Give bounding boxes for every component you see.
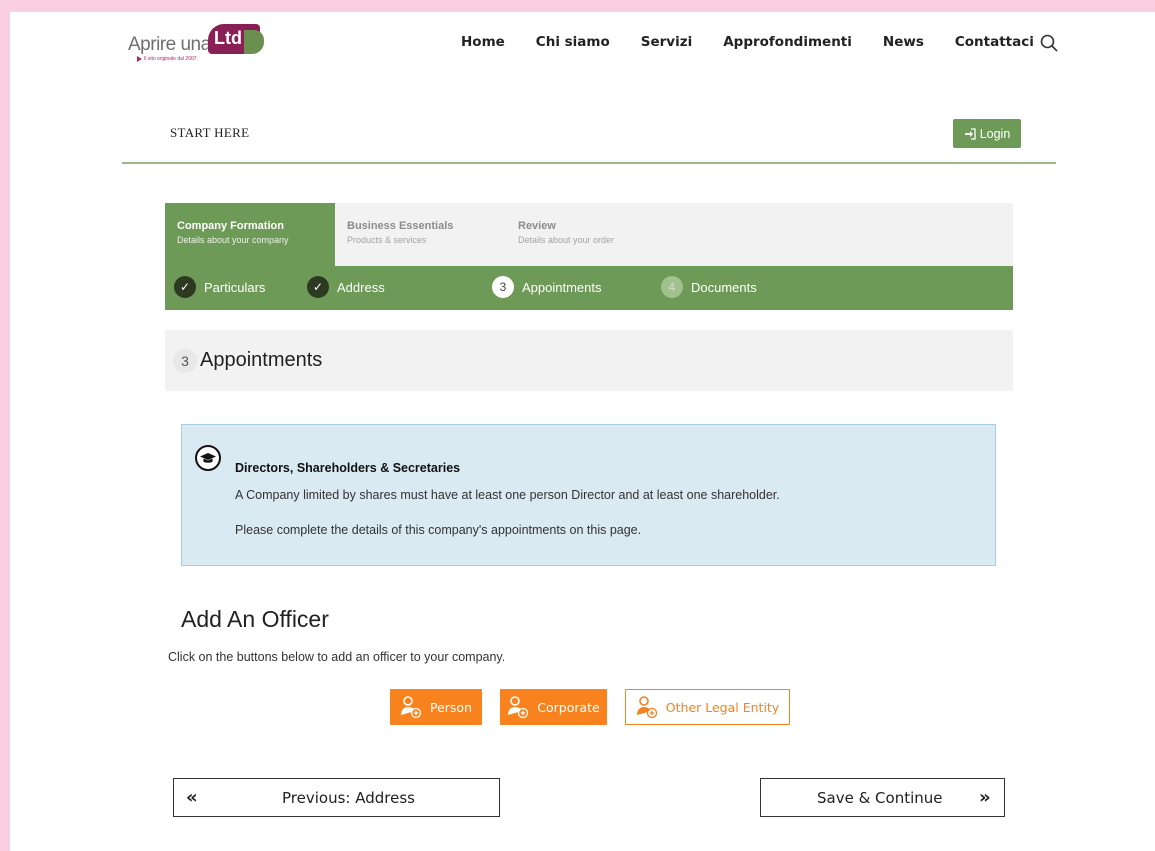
- double-chevron-right-icon: »: [979, 787, 991, 808]
- brand-tagline: Il sito originale dal 2007: [144, 56, 197, 62]
- person-add-icon: [636, 696, 657, 719]
- person-button-label: Person: [429, 699, 472, 715]
- info-heading: Directors, Shareholders & Secretaries: [235, 461, 461, 475]
- person-add-icon: [400, 696, 422, 719]
- tab-subtitle: Products & services: [347, 235, 427, 245]
- brand-text: Aprire una: [128, 34, 211, 55]
- tab-subtitle: Details about your order: [518, 235, 615, 245]
- nav-news[interactable]: News: [883, 34, 924, 50]
- check-icon: ✓: [307, 276, 329, 298]
- tab-subtitle: Details about your company: [177, 235, 289, 245]
- brand-badge: Ltd: [208, 24, 264, 54]
- brand-badge-text: Ltd: [214, 28, 242, 48]
- previous-address-button[interactable]: « Previous: Address: [173, 778, 500, 817]
- add-person-button[interactable]: Person: [390, 689, 482, 725]
- save-continue-button[interactable]: Save & Continue »: [760, 778, 1005, 817]
- person-add-icon: [508, 696, 529, 719]
- substep-label: Address: [337, 279, 385, 295]
- substep-label: Appointments: [522, 279, 602, 295]
- nav-home[interactable]: Home: [461, 34, 505, 50]
- nav-contattaci[interactable]: Contattaci: [955, 34, 1034, 50]
- substep-particulars[interactable]: ✓ Particulars: [174, 276, 265, 298]
- tab-title: Business Essentials: [347, 220, 454, 232]
- nav-chi-siamo[interactable]: Chi siamo: [536, 34, 610, 50]
- header-divider: [122, 162, 1056, 164]
- login-button[interactable]: Login: [953, 119, 1021, 148]
- info-paragraph-1: A Company limited by shares must have at…: [235, 488, 780, 502]
- login-label: Login: [979, 126, 1011, 141]
- search-icon[interactable]: [1039, 33, 1059, 53]
- substep-label: Particulars: [204, 279, 266, 295]
- add-corporate-button[interactable]: Corporate: [500, 689, 607, 725]
- step-number-badge: 4: [661, 276, 683, 298]
- previous-button-label: Previous: Address: [282, 789, 415, 807]
- check-icon: ✓: [174, 276, 196, 298]
- add-officer-title: Add An Officer: [181, 606, 329, 632]
- substep-appointments[interactable]: 3 Appointments: [492, 276, 602, 298]
- substep-bar: ✓ Particulars ✓ Address 3 Appointments 4…: [165, 266, 1013, 310]
- add-other-legal-entity-button[interactable]: Other Legal Entity: [625, 689, 790, 725]
- page: Aprire una Ltd Il sito originale dal 200…: [10, 12, 1155, 851]
- section-title: Appointments: [200, 349, 323, 371]
- step-tabs: Company Formation Details about your com…: [165, 203, 1013, 266]
- tab-title: Review: [518, 220, 556, 232]
- tab-business-essentials[interactable]: Business Essentials Products & services: [335, 203, 505, 266]
- tab-review[interactable]: Review Details about your order: [506, 203, 676, 266]
- sign-in-icon: [964, 127, 976, 140]
- nav-approfondimenti[interactable]: Approfondimenti: [723, 34, 852, 50]
- play-icon: [137, 56, 142, 62]
- substep-documents[interactable]: 4 Documents: [661, 276, 757, 298]
- corporate-button-label: Corporate: [537, 699, 600, 715]
- info-paragraph-2: Please complete the details of this comp…: [235, 523, 642, 537]
- substep-address[interactable]: ✓ Address: [307, 276, 385, 298]
- next-button-label: Save & Continue: [817, 789, 943, 807]
- other-legal-entity-button-label: Other Legal Entity: [665, 699, 780, 715]
- tab-company-formation[interactable]: Company Formation Details about your com…: [165, 203, 335, 266]
- start-here-label: START HERE: [170, 125, 250, 140]
- graduation-cap-icon: [195, 445, 221, 471]
- tab-title: Company Formation: [177, 220, 284, 232]
- nav-servizi[interactable]: Servizi: [641, 34, 692, 50]
- add-officer-subtitle: Click on the buttons below to add an off…: [168, 650, 506, 664]
- step-number-badge: 3: [492, 276, 514, 298]
- double-chevron-left-icon: «: [186, 787, 198, 808]
- section-header: 3 Appointments: [165, 330, 1013, 391]
- info-box: Directors, Shareholders & Secretaries A …: [181, 424, 996, 566]
- section-number: 3: [173, 348, 197, 373]
- substep-label: Documents: [691, 279, 757, 295]
- main-nav: Home Chi siamo Servizi Approfondimenti N…: [461, 33, 1065, 53]
